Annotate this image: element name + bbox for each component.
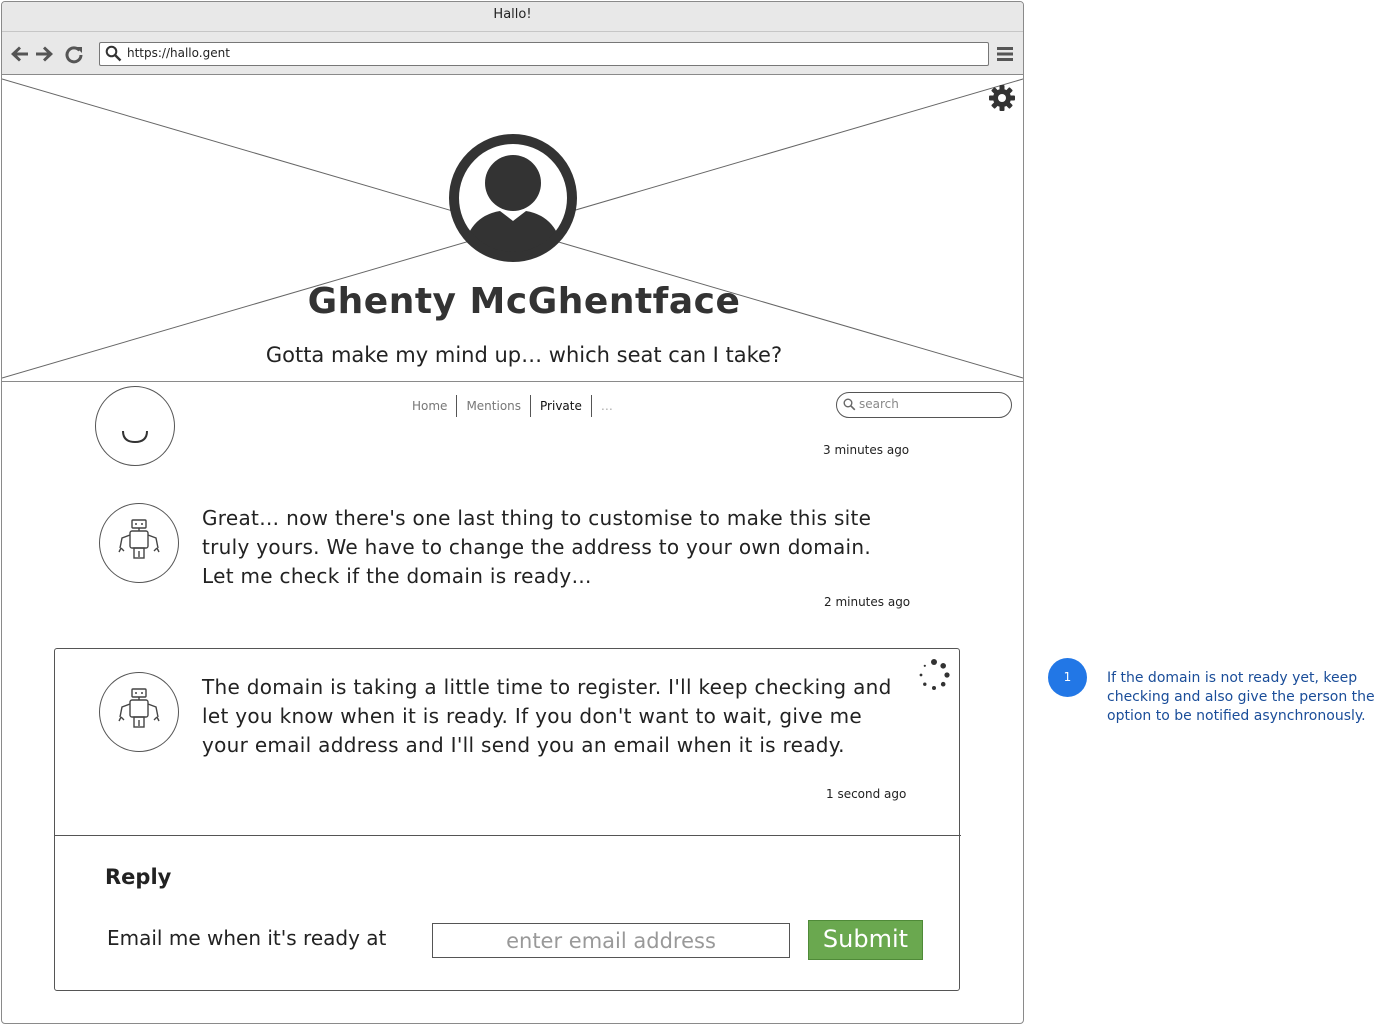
divider	[55, 835, 961, 836]
message-card: The domain is taking a little time to re…	[54, 648, 961, 991]
message-time: 1 second ago	[826, 787, 907, 801]
gear-icon[interactable]	[987, 83, 1017, 113]
message-text: The domain is taking a little time to re…	[202, 675, 892, 757]
message-text: Great… now there's one last thing to cus…	[202, 506, 872, 588]
message-time: 3 minutes ago	[823, 443, 910, 457]
submit-button[interactable]: Submit	[808, 920, 923, 960]
robot-icon	[118, 519, 160, 559]
window-title: Hallo!	[2, 2, 1023, 32]
search-input[interactable]: search	[836, 392, 1012, 418]
reload-icon[interactable]	[64, 44, 84, 64]
reply-heading: Reply	[105, 865, 172, 889]
robot-icon	[122, 430, 148, 444]
menu-icon[interactable]	[995, 44, 1015, 64]
nav-tabs: Home Mentions Private …	[403, 393, 622, 419]
url-text: https://hallo.gent	[127, 46, 230, 60]
annotation-text: If the domain is not ready yet, keep che…	[1107, 670, 1375, 724]
profile-name: Ghenty McGhentface	[307, 281, 741, 322]
email-label: Email me when it's ready at	[107, 926, 387, 950]
profile-tagline: Gotta make my mind up… which seat can I …	[265, 343, 783, 367]
back-arrow-icon[interactable]	[10, 44, 30, 64]
search-icon	[105, 45, 122, 62]
search-placeholder: search	[859, 397, 899, 411]
message-time: 2 minutes ago	[824, 595, 911, 609]
profile-avatar	[449, 134, 577, 262]
bot-avatar	[95, 386, 175, 466]
bot-avatar	[99, 672, 179, 752]
email-field[interactable]	[432, 923, 790, 958]
tab-mentions[interactable]: Mentions	[457, 395, 532, 417]
forward-arrow-icon[interactable]	[34, 44, 54, 64]
address-bar[interactable]: https://hallo.gent	[99, 42, 989, 66]
profile-header: Ghenty McGhentface Gotta make my mind up…	[2, 75, 1023, 382]
tab-more[interactable]: …	[592, 395, 622, 417]
search-icon	[843, 398, 856, 411]
annotation-marker: 1	[1048, 658, 1087, 697]
tab-private[interactable]: Private	[531, 395, 592, 417]
loading-spinner-icon	[919, 659, 950, 690]
browser-toolbar: https://hallo.gent	[2, 32, 1023, 75]
tab-home[interactable]: Home	[403, 395, 458, 417]
bot-avatar	[99, 503, 179, 583]
robot-icon	[118, 688, 160, 728]
